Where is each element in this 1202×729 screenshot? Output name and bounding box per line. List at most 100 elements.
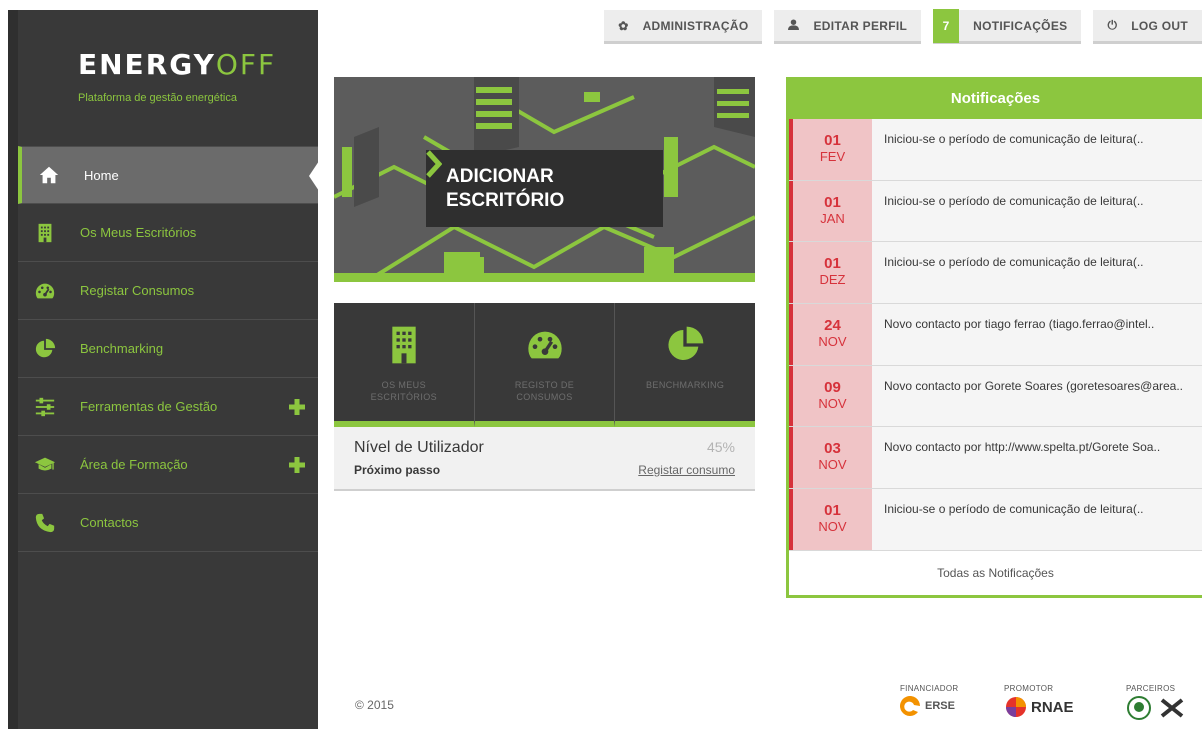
user-level-title: Nível de Utilizador xyxy=(354,439,484,456)
notification-month: NOV xyxy=(818,395,847,411)
plus-icon[interactable] xyxy=(288,398,306,416)
notification-text: Iniciou-se o período de comunicação de l… xyxy=(872,242,1202,304)
parceiros-logos[interactable] xyxy=(1126,696,1184,720)
notification-date: 01 FEV xyxy=(789,119,872,180)
sidebar-item-consumos[interactable]: Registar Consumos xyxy=(18,262,318,320)
sliders-icon xyxy=(34,396,56,418)
sidebar-item-benchmarking[interactable]: Benchmarking xyxy=(18,320,318,378)
copyright: © 2015 xyxy=(355,698,394,712)
pie-chart-icon xyxy=(34,338,56,360)
user-level-panel: Nível de Utilizador 45% Próximo passo Re… xyxy=(334,427,755,491)
user-icon xyxy=(788,18,800,33)
sidebar-item-label: Ferramentas de Gestão xyxy=(80,399,218,414)
rnae-logo[interactable]: RNAE xyxy=(1005,696,1074,718)
tile-consumos[interactable]: REGISTO DE CONSUMOS xyxy=(474,303,616,427)
notification-text: Iniciou-se o período de comunicação de l… xyxy=(872,119,1202,180)
notification-date: 03 NOV xyxy=(789,427,872,489)
notification-day: 09 xyxy=(824,378,841,396)
notification-item[interactable]: 01 JAN Iniciou-se o período de comunicaçã… xyxy=(789,180,1202,243)
logo-main: ENERGY xyxy=(78,48,216,81)
notifications-count-badge: 7 xyxy=(933,8,960,43)
notification-month: DEZ xyxy=(819,272,846,288)
tile-label-line2: CONSUMOS xyxy=(516,392,573,402)
notification-day: 24 xyxy=(824,317,841,335)
notification-item[interactable]: 01 FEV Iniciou-se o período de comunicaçã… xyxy=(789,119,1202,181)
notification-day: 03 xyxy=(824,440,841,458)
sidebar-item-label: Benchmarking xyxy=(80,341,164,356)
tile-benchmarking[interactable]: BENCHMARKING xyxy=(615,303,756,427)
notification-day: 01 xyxy=(824,193,841,211)
next-step-link[interactable]: Registar consumo xyxy=(638,463,735,477)
sidebar-item-label: Home xyxy=(84,167,119,183)
power-icon: ⏻ xyxy=(1107,18,1118,32)
notification-day: 01 xyxy=(824,132,841,149)
erse-logo[interactable]: ERSE xyxy=(898,696,955,716)
sidebar-nav: Home Os Meus Escritórios Registar Consum… xyxy=(18,146,319,552)
tile-label: REGISTO DE CONSUMOS xyxy=(515,379,574,403)
user-level-percent: 45% xyxy=(706,439,735,455)
admin-label: ADMINISTRAÇÃO xyxy=(642,18,749,33)
notification-date: 01 JAN xyxy=(789,180,872,242)
tile-label-line2: ESCRITÓRIOS xyxy=(370,392,438,402)
notification-month: JAN xyxy=(820,210,845,226)
sidebar-item-contactos[interactable]: Contactos xyxy=(18,494,318,552)
notification-item[interactable]: 03 NOV Novo contacto por http://www.spelt… xyxy=(789,427,1202,490)
sidebar-item-home[interactable]: Home xyxy=(18,146,319,204)
notifications-panel: Notificações 01 FEV Iniciou-se o período … xyxy=(786,77,1202,598)
phone-icon xyxy=(34,512,56,534)
sidebar: ENERGYOFF Plataforma de gestão energétic… xyxy=(0,0,319,729)
notification-day: 01 xyxy=(824,502,841,520)
erse-logo-text: ERSE xyxy=(925,700,955,712)
app-tagline: Plataforma de gestão energética xyxy=(78,92,237,104)
logout-button[interactable]: ⏻ LOG OUT xyxy=(1093,10,1202,44)
notifications-button[interactable]: 7 NOTIFICAÇÕES xyxy=(933,8,1082,44)
notification-month: NOV xyxy=(818,334,847,350)
app-logo[interactable]: ENERGYOFF xyxy=(78,48,276,81)
edit-profile-label: EDITAR PERFIL xyxy=(813,18,908,33)
notification-month: NOV xyxy=(818,519,847,535)
edit-profile-button[interactable]: EDITAR PERFIL xyxy=(774,10,922,44)
rnae-logo-text: RNAE xyxy=(1031,698,1074,716)
add-office-label-line1: ADICIONAR xyxy=(446,165,554,187)
home-icon xyxy=(38,164,60,186)
quercus-logo xyxy=(1127,696,1151,720)
sidebar-item-ferramentas[interactable]: Ferramentas de Gestão xyxy=(18,378,318,436)
notification-date: 01 NOV xyxy=(789,489,872,550)
gauge-icon xyxy=(34,280,56,302)
sidebar-item-escritorios[interactable]: Os Meus Escritórios xyxy=(18,204,318,262)
building-icon xyxy=(392,326,416,364)
notification-item[interactable]: 01 DEZ Iniciou-se o período de comunicaçã… xyxy=(789,242,1202,305)
sidebar-item-label: Contactos xyxy=(80,515,139,530)
pie-chart-icon xyxy=(668,326,704,360)
tile-label: BENCHMARKING xyxy=(646,379,724,391)
parceiros-label: PARCEIROS xyxy=(1126,684,1176,693)
notification-day: 01 xyxy=(824,255,841,273)
sidebar-item-label: Os Meus Escritórios xyxy=(80,225,197,240)
top-bar: ✿ ADMINISTRAÇÃO EDITAR PERFIL 7 NOTIFICA… xyxy=(592,8,1202,44)
gear-icon: ✿ xyxy=(618,18,629,33)
notification-month: NOV xyxy=(818,457,847,473)
sidebar-item-label: Área de Formação xyxy=(80,457,188,472)
financiador-label: FINANCIADOR xyxy=(900,684,959,693)
promotor-label: PROMOTOR xyxy=(1004,684,1054,693)
logout-label: LOG OUT xyxy=(1131,18,1188,33)
notification-item[interactable]: 24 NOV Novo contacto por tiago ferrao (ti… xyxy=(789,304,1202,366)
notification-month: FEV xyxy=(819,149,846,164)
add-office-button[interactable]: ADICIONAR ESCRITÓRIO xyxy=(426,150,663,227)
notification-date: 01 DEZ xyxy=(789,242,872,304)
notifications-title: Notificações xyxy=(789,77,1202,119)
notification-date: 24 NOV xyxy=(789,304,872,365)
notification-item[interactable]: 01 NOV Iniciou-se o período de comunicaçã… xyxy=(789,489,1202,551)
all-notifications-link[interactable]: Todas as Notificações xyxy=(789,551,1202,596)
quick-links: OS MEUS ESCRITÓRIOS REGISTO DE CONSUMOS BE… xyxy=(334,303,756,427)
sidebar-item-label: Registar Consumos xyxy=(80,283,195,298)
tile-escritorios[interactable]: OS MEUS ESCRITÓRIOS xyxy=(334,303,475,427)
plus-icon[interactable] xyxy=(288,456,306,474)
notification-item[interactable]: 09 NOV Novo contacto por Gorete Soares (g… xyxy=(789,365,1202,428)
notification-text: Novo contacto por tiago ferrao (tiago.fe… xyxy=(872,304,1202,365)
sidebar-edge xyxy=(8,10,18,729)
hero-accent-bar xyxy=(334,273,755,282)
notification-text: Iniciou-se o período de comunicação de l… xyxy=(872,180,1202,242)
sidebar-item-formacao[interactable]: Área de Formação xyxy=(18,436,318,494)
admin-button[interactable]: ✿ ADMINISTRAÇÃO xyxy=(604,10,763,44)
